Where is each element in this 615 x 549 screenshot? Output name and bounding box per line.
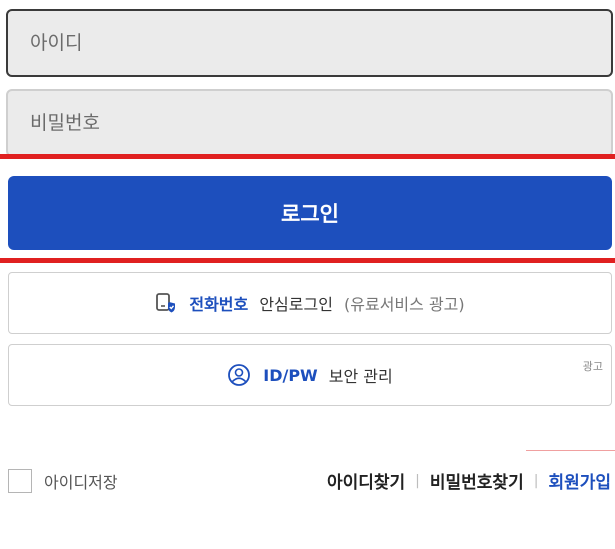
link-separator: | [415, 472, 420, 489]
id-input[interactable] [30, 11, 611, 75]
find-id-link[interactable]: 아이디찾기 [327, 468, 405, 493]
phone-shield-icon [155, 292, 177, 314]
phone-login-strong: 전화번호 [189, 295, 249, 314]
phone-login-ad-text: (유료서비스 광고) [338, 295, 465, 314]
user-circle-icon [227, 363, 251, 387]
checkbox-box[interactable] [8, 469, 32, 493]
save-id-label: 아이디저장 [44, 473, 118, 492]
signup-link[interactable]: 회원가입 [548, 468, 611, 493]
highlight-line-bottom [0, 258, 615, 263]
find-password-link[interactable]: 비밀번호찾기 [430, 468, 524, 493]
idpw-security-button[interactable]: ID/PW 보안 관리 [8, 344, 612, 406]
idpw-text: 보안 관리 [323, 367, 393, 386]
id-field[interactable] [6, 9, 613, 77]
ad-label: 광고 [582, 360, 603, 373]
save-id-checkbox[interactable]: 아이디저장 [8, 469, 118, 493]
password-input[interactable] [30, 91, 611, 155]
login-button[interactable]: 로그인 [8, 176, 612, 250]
idpw-strong: ID/PW [263, 365, 318, 385]
account-links: 아이디찾기 | 비밀번호찾기 | 회원가입 [327, 468, 611, 494]
link-separator: | [533, 472, 539, 489]
phone-login-text: 안심로그인 [254, 295, 333, 314]
password-field[interactable] [6, 89, 613, 157]
phone-secure-login-button[interactable]: 전화번호 안심로그인 (유료서비스 광고) [8, 272, 612, 334]
highlight-line-top [0, 154, 615, 159]
divider-line [526, 450, 615, 451]
